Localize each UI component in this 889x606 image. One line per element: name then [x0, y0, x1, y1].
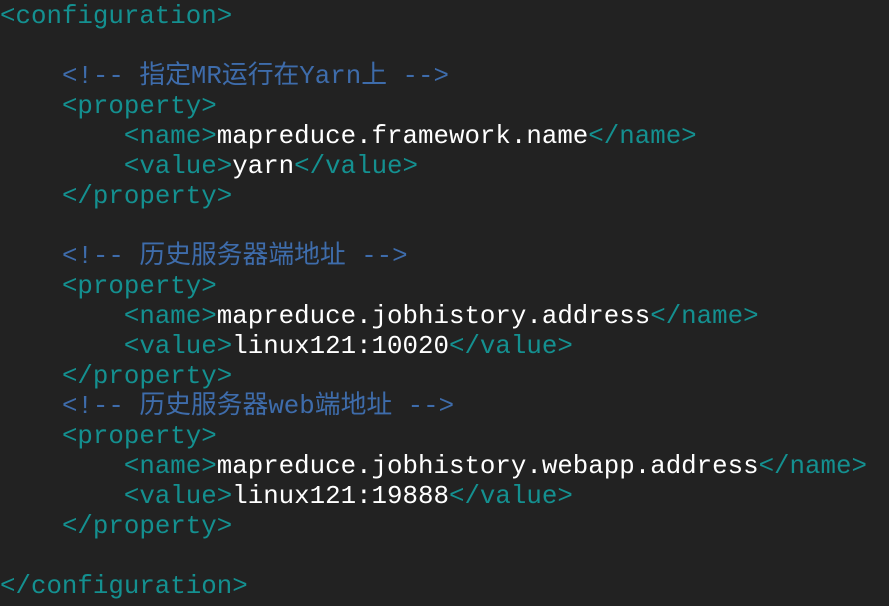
code-line: <!-- 历史服务器端地址 --> [0, 242, 867, 272]
code-line: <name>mapreduce.jobhistory.webapp.addres… [0, 452, 867, 482]
xml-tag: </value> [448, 332, 573, 361]
xml-comment: <!-- 指定MR运行在Yarn上 --> [61, 62, 449, 91]
xml-tag: <property> [61, 422, 217, 451]
code-line: <value>linux121:19888</value> [0, 482, 867, 512]
xml-tag: </property> [61, 512, 233, 541]
xml-tag: </value> [294, 152, 419, 181]
xml-tag: <name> [123, 452, 217, 481]
xml-text: mapreduce.framework.name [216, 122, 589, 151]
xml-tag: <property> [61, 92, 217, 121]
xml-comment: <!-- 历史服务器web端地址 --> [61, 392, 455, 421]
xml-text: mapreduce.jobhistory.webapp.address [216, 452, 759, 481]
xml-tag: <property> [61, 272, 217, 301]
xml-tag: </value> [448, 482, 573, 511]
xml-tag: </name> [650, 302, 759, 331]
code-line: <!-- 历史服务器web端地址 --> [0, 392, 867, 422]
xml-tag: </property> [61, 362, 233, 391]
xml-text: mapreduce.jobhistory.address [216, 302, 651, 331]
xml-comment: <!-- 历史服务器端地址 --> [61, 242, 408, 271]
xml-tag: <name> [123, 122, 217, 151]
code-line: <name>mapreduce.framework.name</name> [0, 122, 867, 152]
xml-text: yarn [232, 152, 295, 181]
code-line: </property> [0, 512, 867, 542]
xml-tag: </property> [61, 182, 233, 211]
code-line: </configuration> [0, 572, 867, 602]
code-line: <property> [0, 422, 867, 452]
code-line: <property> [0, 92, 867, 122]
code-editor[interactable]: <configuration> <!-- 指定MR运行在Yarn上 --> <p… [0, 2, 867, 602]
code-line: <!-- 指定MR运行在Yarn上 --> [0, 62, 867, 92]
code-line: </property> [0, 362, 867, 392]
code-line: <property> [0, 272, 867, 302]
xml-text: linux121:19888 [232, 482, 449, 511]
xml-tag: <name> [123, 302, 217, 331]
code-line: <value>yarn</value> [0, 152, 867, 182]
xml-text: linux121:10020 [232, 332, 449, 361]
xml-tag: <value> [123, 332, 233, 361]
xml-tag: </name> [588, 122, 697, 151]
code-line: <value>linux121:10020</value> [0, 332, 867, 362]
xml-tag: </configuration> [0, 572, 248, 601]
code-line: <configuration> [0, 2, 867, 32]
xml-tag: </name> [758, 452, 867, 481]
xml-tag: <value> [123, 152, 233, 181]
code-line: </property> [0, 182, 867, 212]
xml-tag: <value> [123, 482, 233, 511]
code-line: <name>mapreduce.jobhistory.address</name… [0, 302, 867, 332]
xml-tag: <configuration> [0, 2, 233, 31]
